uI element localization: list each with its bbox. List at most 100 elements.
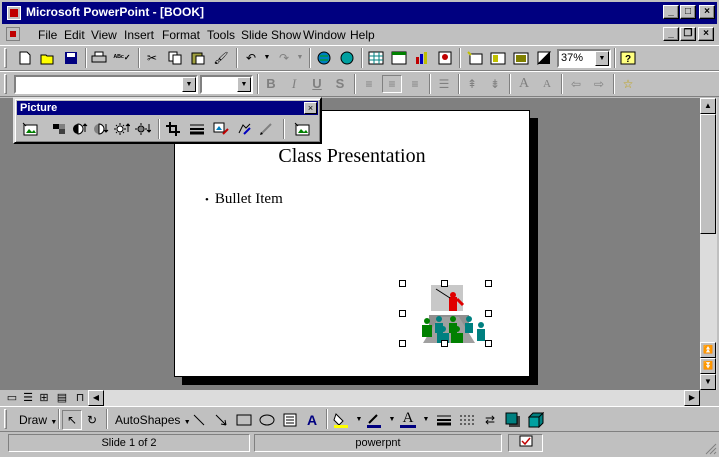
undo-icon[interactable]: ↶ bbox=[243, 50, 259, 66]
new-icon[interactable] bbox=[17, 50, 33, 66]
picture-toolbar-close-icon[interactable]: × bbox=[304, 102, 317, 114]
format-picture-icon[interactable] bbox=[236, 121, 252, 137]
doc-minimize-button[interactable]: _ bbox=[663, 27, 679, 41]
black-white-icon[interactable] bbox=[536, 50, 552, 66]
notes-view-icon[interactable]: ▤ bbox=[54, 390, 70, 406]
rectangle-icon[interactable] bbox=[236, 412, 252, 428]
set-transparent-color-icon[interactable] bbox=[259, 121, 275, 137]
selection-handle-mr[interactable] bbox=[485, 310, 492, 317]
align-left-icon[interactable]: ≡ bbox=[361, 76, 377, 92]
clip-art-image[interactable] bbox=[403, 285, 490, 345]
vertical-scrollbar[interactable]: ▲ ⏫ ⏬ ▼ bbox=[700, 98, 717, 390]
help-icon[interactable]: ? bbox=[620, 50, 636, 66]
selection-handle-br[interactable] bbox=[485, 340, 492, 347]
minimize-button[interactable]: _ bbox=[663, 5, 679, 19]
line-icon[interactable] bbox=[191, 412, 207, 428]
menu-tools[interactable]: Tools bbox=[207, 28, 235, 42]
line-style-icon[interactable] bbox=[436, 412, 452, 428]
menu-format[interactable]: Format bbox=[162, 28, 200, 42]
font-size-dropdown-icon[interactable]: ▼ bbox=[237, 77, 251, 92]
font-size-combo[interactable]: ▼ bbox=[200, 75, 253, 94]
spelling-status-icon[interactable] bbox=[508, 434, 543, 452]
font-color-icon[interactable]: A bbox=[400, 410, 416, 428]
reset-picture-icon[interactable] bbox=[294, 121, 310, 137]
new-slide-icon[interactable] bbox=[467, 50, 483, 66]
crop-icon[interactable] bbox=[166, 121, 182, 137]
apply-design-icon[interactable] bbox=[513, 50, 529, 66]
shadow-icon[interactable] bbox=[505, 412, 521, 428]
toolbar-grip[interactable] bbox=[4, 409, 7, 429]
selection-handle-bl[interactable] bbox=[399, 340, 406, 347]
doc-close-button[interactable]: × bbox=[698, 27, 714, 41]
menu-edit[interactable]: Edit bbox=[64, 28, 85, 42]
font-color-dropdown-icon[interactable]: ▼ bbox=[418, 412, 434, 428]
less-contrast-icon[interactable] bbox=[93, 121, 109, 137]
demote-icon[interactable]: ⇨ bbox=[591, 76, 607, 92]
zoom-combo[interactable]: 37% ▼ bbox=[557, 49, 611, 68]
horizontal-scrollbar[interactable]: ◀ ▶ bbox=[88, 390, 700, 406]
scroll-right-icon[interactable]: ▶ bbox=[684, 390, 700, 406]
menu-slide-show[interactable]: Slide Show bbox=[241, 28, 301, 42]
selection-handle-ml[interactable] bbox=[399, 310, 406, 317]
line-style-icon[interactable] bbox=[189, 121, 205, 137]
more-brightness-icon[interactable] bbox=[114, 121, 130, 137]
hyperlink-icon[interactable] bbox=[316, 50, 332, 66]
doc-restore-button[interactable]: ❐ bbox=[680, 27, 696, 41]
promote-icon[interactable]: ⇦ bbox=[568, 76, 584, 92]
copy-icon[interactable] bbox=[167, 50, 183, 66]
free-rotate-icon[interactable]: ↻ bbox=[84, 412, 100, 428]
redo-icon[interactable]: ↷ bbox=[276, 50, 292, 66]
italic-icon[interactable]: I bbox=[286, 76, 302, 92]
fill-color-dropdown-icon[interactable]: ▼ bbox=[351, 412, 367, 428]
menu-insert[interactable]: Insert bbox=[124, 28, 154, 42]
redo-dropdown-icon[interactable]: ▼ bbox=[292, 50, 308, 66]
line-color-icon[interactable] bbox=[366, 412, 382, 428]
fill-color-icon[interactable] bbox=[333, 412, 349, 428]
selection-handle-tc[interactable] bbox=[441, 280, 448, 287]
bullets-icon[interactable]: ☰ bbox=[436, 76, 452, 92]
scroll-up-icon[interactable]: ▲ bbox=[700, 98, 716, 114]
toolbar-grip[interactable] bbox=[4, 48, 7, 68]
open-icon[interactable] bbox=[40, 50, 56, 66]
autoshapes-menu-button[interactable]: AutoShapes ▼ bbox=[115, 413, 191, 427]
app-icon[interactable] bbox=[7, 6, 21, 20]
less-brightness-icon[interactable] bbox=[135, 121, 151, 137]
insert-clip-art-icon[interactable] bbox=[437, 50, 453, 66]
wordart-icon[interactable]: A bbox=[304, 412, 320, 428]
selection-handle-tl[interactable] bbox=[399, 280, 406, 287]
picture-toolbar[interactable]: Picture × bbox=[13, 97, 322, 144]
bold-icon[interactable]: B bbox=[263, 76, 279, 92]
print-icon[interactable] bbox=[91, 50, 107, 66]
zoom-dropdown-icon[interactable]: ▼ bbox=[595, 51, 609, 66]
insert-table-icon[interactable] bbox=[368, 50, 384, 66]
dash-style-icon[interactable] bbox=[459, 412, 475, 428]
underline-icon[interactable]: U bbox=[309, 76, 325, 92]
slide[interactable]: Class Presentation • Bullet Item bbox=[174, 110, 530, 377]
align-right-icon[interactable]: ≡ bbox=[407, 76, 423, 92]
menu-view[interactable]: View bbox=[91, 28, 117, 42]
arrow-icon[interactable] bbox=[213, 412, 229, 428]
menu-file[interactable]: File bbox=[38, 28, 57, 42]
arrow-style-icon[interactable]: ⇄ bbox=[482, 412, 498, 428]
image-control-icon[interactable] bbox=[51, 121, 67, 137]
slide-bullet-item[interactable]: • Bullet Item bbox=[205, 191, 283, 208]
3d-icon[interactable] bbox=[528, 412, 544, 428]
draw-menu-button[interactable]: Draw ▼ bbox=[19, 413, 57, 427]
selection-handle-bc[interactable] bbox=[441, 340, 448, 347]
insert-chart-icon[interactable] bbox=[414, 50, 430, 66]
scroll-down-icon[interactable]: ▼ bbox=[700, 374, 716, 390]
maximize-button[interactable]: □ bbox=[680, 5, 696, 19]
selection-handle-tr[interactable] bbox=[485, 280, 492, 287]
menu-help[interactable]: Help bbox=[350, 28, 375, 42]
resize-grip-icon[interactable] bbox=[703, 441, 717, 455]
increase-font-size-icon[interactable]: A bbox=[516, 76, 532, 92]
paste-icon[interactable] bbox=[190, 50, 206, 66]
outline-view-icon[interactable]: ☰ bbox=[20, 390, 36, 406]
toolbar-grip[interactable] bbox=[4, 74, 7, 94]
shadow-text-icon[interactable]: S bbox=[332, 76, 348, 92]
picture-toolbar-title[interactable]: Picture bbox=[17, 101, 318, 115]
undo-dropdown-icon[interactable]: ▼ bbox=[259, 50, 275, 66]
normal-view-icon[interactable]: ▭ bbox=[4, 390, 20, 406]
slide-show-icon[interactable]: ⊓ bbox=[72, 390, 88, 406]
recolor-picture-icon[interactable] bbox=[213, 121, 229, 137]
